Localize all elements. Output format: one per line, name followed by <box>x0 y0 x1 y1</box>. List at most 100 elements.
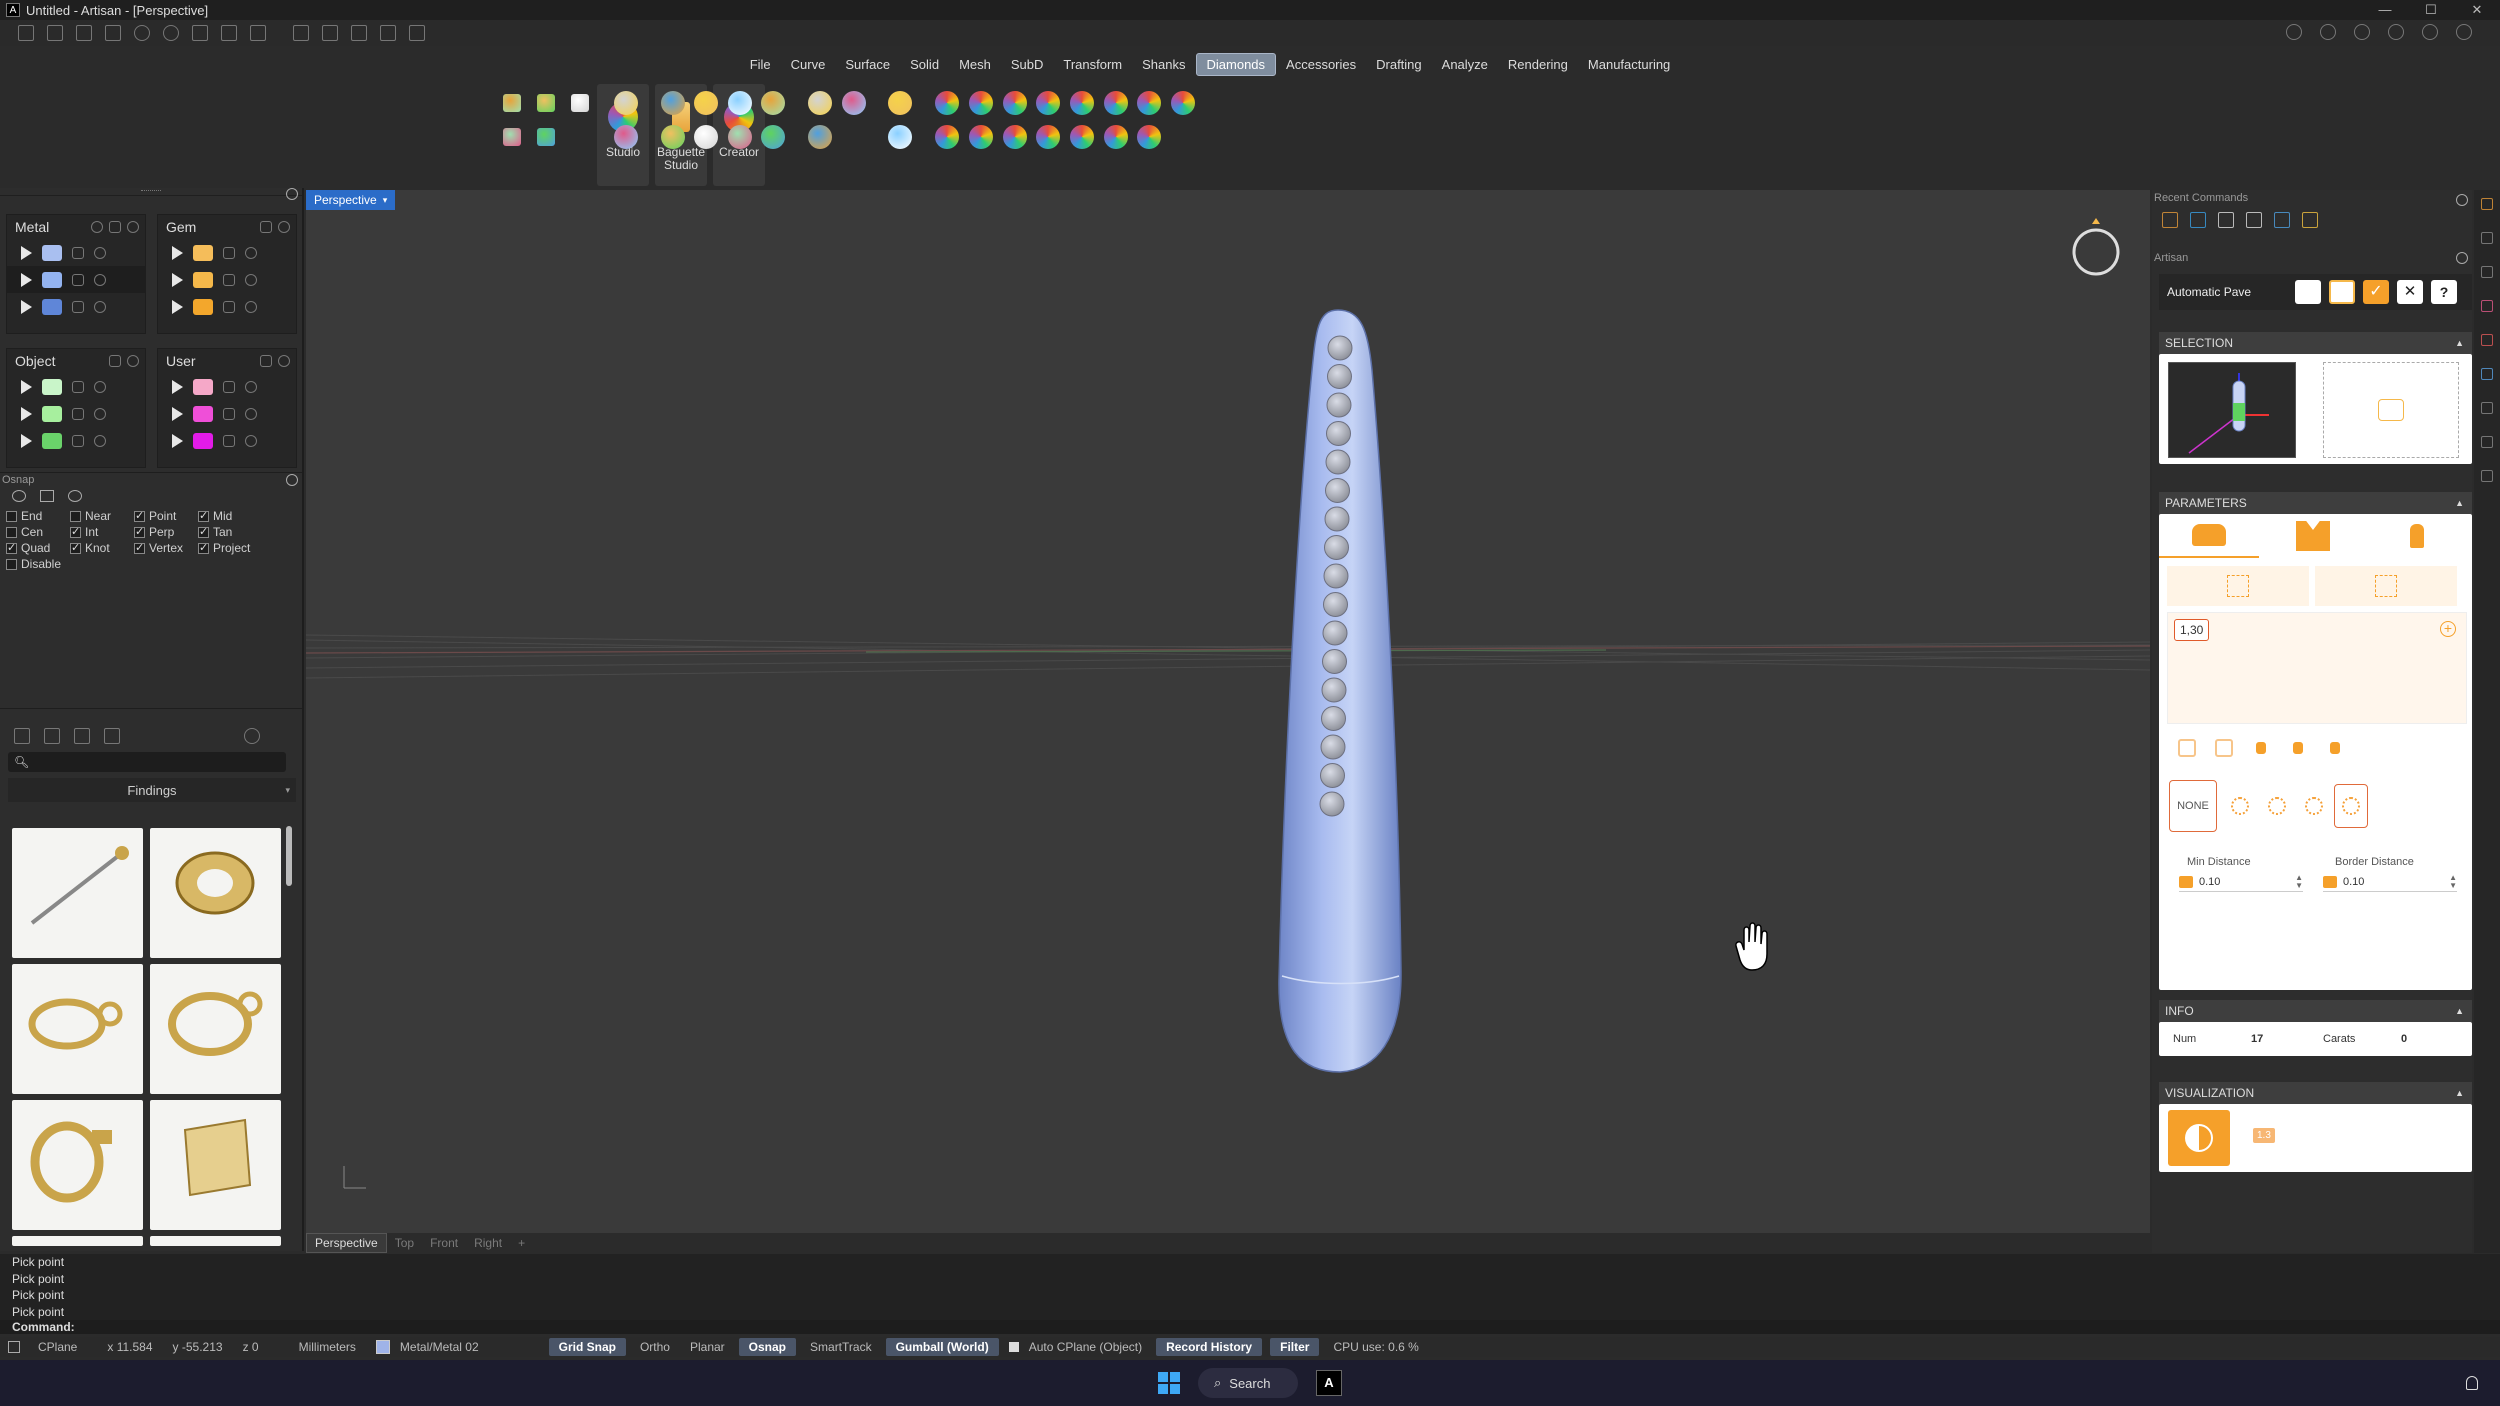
spin-icon[interactable]: ▲ ▼ <box>2449 873 2457 890</box>
expand-icon[interactable] <box>21 272 32 287</box>
chain-icon[interactable] <box>494 119 530 155</box>
visualize-gems-button[interactable] <box>2168 1110 2230 1166</box>
oval-gem-icon[interactable] <box>608 119 644 155</box>
layer-color-swatch[interactable] <box>193 298 213 315</box>
gear-icon[interactable] <box>2456 252 2468 264</box>
checkbox[interactable] <box>70 510 81 522</box>
layer-color-swatch[interactable] <box>42 432 62 449</box>
lock-icon[interactable] <box>223 300 235 313</box>
eye-icon[interactable] <box>94 407 106 420</box>
expand-icon[interactable] <box>172 272 183 287</box>
checkbox[interactable] <box>70 541 81 554</box>
pattern-fill-button[interactable] <box>2297 784 2331 828</box>
redo-icon[interactable] <box>163 25 179 41</box>
checkbox[interactable] <box>134 541 145 554</box>
osnap-tan[interactable]: Tan <box>198 525 254 539</box>
smarttrack-toggle[interactable]: SmartTrack <box>800 1338 882 1356</box>
menu-manufacturing[interactable]: Manufacturing <box>1578 54 1680 75</box>
tab-shape[interactable] <box>2263 514 2363 558</box>
tab-prongs[interactable] <box>2367 514 2467 558</box>
panel-grip[interactable] <box>0 708 302 716</box>
lock-icon[interactable] <box>223 407 235 420</box>
layer-color-swatch[interactable] <box>193 271 213 288</box>
none-pattern-button[interactable]: NONE <box>2169 780 2217 832</box>
tab-right[interactable]: Right <box>466 1234 510 1252</box>
gem-setting-icon[interactable] <box>722 119 758 155</box>
add-selection-area[interactable] <box>2323 362 2459 458</box>
layers-icon[interactable] <box>2388 24 2404 40</box>
fill-area-button[interactable] <box>2315 566 2457 606</box>
help-icon[interactable] <box>2422 24 2438 40</box>
pave-gem[interactable] <box>1326 392 1352 418</box>
osnap-end[interactable]: End <box>6 509 62 523</box>
layer-row[interactable] <box>158 239 296 266</box>
auto-cplane-toggle[interactable]: Auto CPlane (Object) <box>1019 1338 1152 1356</box>
eye-icon[interactable] <box>278 355 290 367</box>
spin-icon[interactable]: ▲ ▼ <box>2295 873 2303 890</box>
command-line[interactable]: Command: <box>0 1320 2500 1334</box>
visualization-section-header[interactable]: VISUALIZATION ▲ <box>2159 1082 2472 1104</box>
pave-gem[interactable] <box>1324 535 1349 560</box>
pattern-edit-button[interactable] <box>2334 784 2368 828</box>
gem-size-chip[interactable]: 1,30 <box>2174 619 2210 641</box>
layer-color-swatch[interactable] <box>42 378 62 395</box>
pave-gem[interactable] <box>1319 791 1345 817</box>
menu-rendering[interactable]: Rendering <box>1498 54 1578 75</box>
open-folder-icon[interactable] <box>105 25 121 41</box>
move-icon[interactable] <box>293 25 309 41</box>
pave-gem[interactable] <box>1320 763 1345 788</box>
gem-count-icon[interactable] <box>929 119 965 155</box>
place-gem-button[interactable] <box>2167 566 2309 606</box>
lock-closed-button[interactable] <box>2245 732 2277 764</box>
gem-color-icon[interactable] <box>1030 85 1066 121</box>
menu-solid[interactable]: Solid <box>900 54 949 75</box>
finding-thumbnail[interactable] <box>150 1236 281 1246</box>
layer-row[interactable] <box>158 400 296 427</box>
folder-add-icon[interactable] <box>14 728 30 744</box>
expand-icon[interactable] <box>172 245 183 260</box>
layer-color-swatch[interactable] <box>193 432 213 449</box>
shank-icon[interactable] <box>963 85 999 121</box>
osnap-perp[interactable]: Perp <box>134 525 190 539</box>
menu-subd[interactable]: SubD <box>1001 54 1054 75</box>
layer-color-swatch[interactable] <box>42 405 62 422</box>
pave-gem[interactable] <box>1320 734 1346 760</box>
gem-rainbow-icon[interactable] <box>1165 85 1201 121</box>
lock-icon[interactable] <box>72 273 84 286</box>
auto-fill-button[interactable] <box>2171 732 2203 764</box>
checkbox[interactable] <box>6 526 17 538</box>
lock-icon[interactable] <box>72 434 84 447</box>
planar-toggle[interactable]: Planar <box>680 1338 735 1356</box>
tab-add-view[interactable]: + <box>510 1234 533 1252</box>
menu-diamonds[interactable]: Diamonds <box>1195 52 1277 76</box>
gumball-toggle[interactable]: Gumball (World) <box>885 1338 999 1356</box>
eye-icon[interactable] <box>94 300 106 313</box>
recent-command-icon[interactable] <box>2274 212 2290 228</box>
min-distance-input[interactable]: 0.10 ▲ ▼ <box>2179 872 2303 892</box>
lock-icon[interactable] <box>223 273 235 286</box>
checkbox[interactable] <box>134 525 145 538</box>
tab-perspective[interactable]: Perspective <box>306 1233 387 1253</box>
chain-break-icon[interactable] <box>528 85 564 121</box>
round-gem-icon[interactable] <box>608 85 644 121</box>
lock-icon[interactable] <box>260 355 272 367</box>
lock-icon[interactable] <box>223 246 235 259</box>
artisan-taskbar-icon[interactable]: A <box>1316 1370 1342 1396</box>
parameters-section-header[interactable]: PARAMETERS ▲ <box>2159 492 2472 514</box>
layer-color-swatch[interactable] <box>42 244 62 261</box>
lock-icon[interactable] <box>72 300 84 313</box>
eye-icon[interactable] <box>245 246 257 259</box>
lock-icon[interactable] <box>109 221 121 233</box>
pattern-grid-button[interactable] <box>2223 784 2257 828</box>
expand-icon[interactable] <box>21 245 32 260</box>
show-sizes-button[interactable]: 1.3 <box>2253 1128 2275 1143</box>
grid-snap-toggle[interactable]: Grid Snap <box>548 1338 626 1356</box>
align-icon[interactable] <box>380 25 396 41</box>
gem-target-icon[interactable] <box>1030 119 1066 155</box>
expand-icon[interactable] <box>172 406 183 421</box>
lock-icon[interactable] <box>72 246 84 259</box>
checkbox[interactable] <box>6 558 17 570</box>
expand-icon[interactable] <box>21 299 32 314</box>
findings-category-select[interactable]: Findings ▾ <box>8 778 296 802</box>
layer-row[interactable] <box>7 427 145 454</box>
